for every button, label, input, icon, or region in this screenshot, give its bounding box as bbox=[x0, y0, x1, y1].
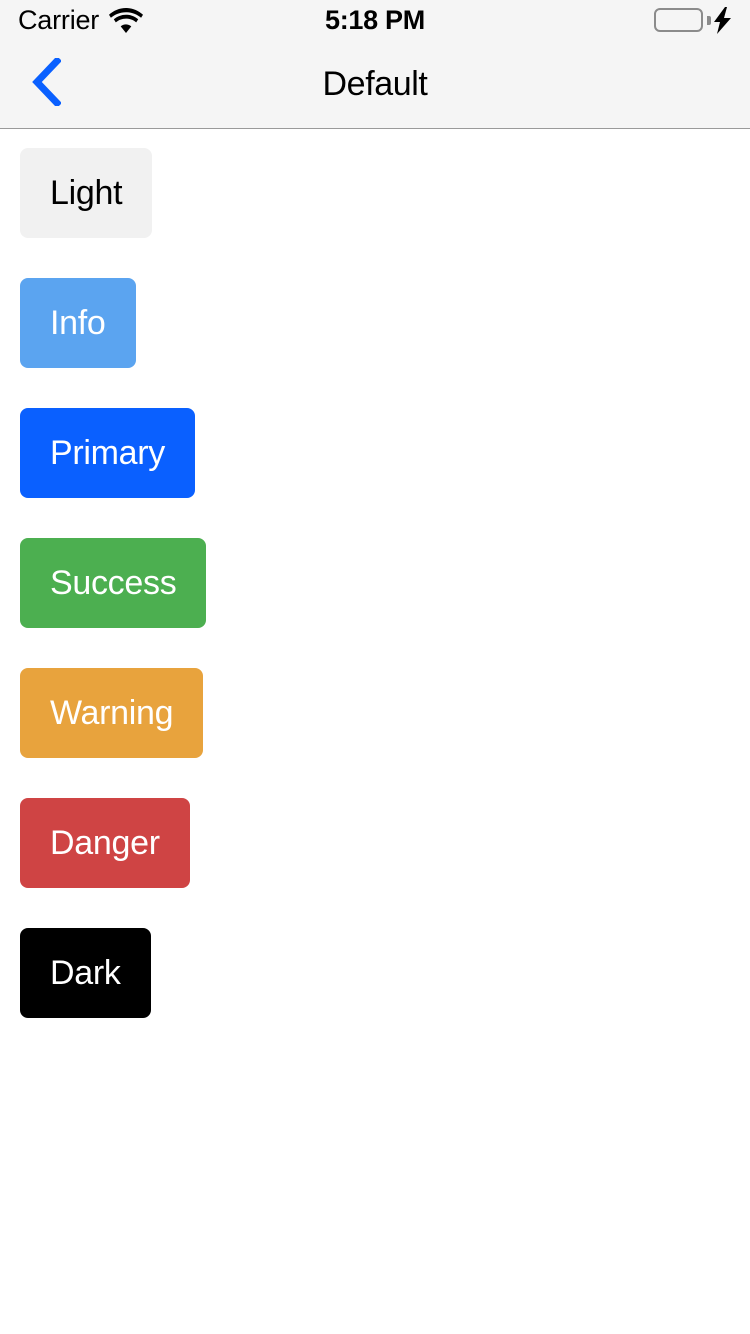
wifi-icon bbox=[109, 7, 144, 33]
button-warning[interactable]: Warning bbox=[20, 668, 204, 758]
button-danger[interactable]: Danger bbox=[20, 798, 190, 888]
battery-icon bbox=[654, 8, 703, 32]
battery-cap bbox=[707, 15, 711, 25]
clock-label: 5:18 PM bbox=[325, 4, 425, 35]
button-row: Dark bbox=[0, 928, 750, 1058]
button-row: Light bbox=[0, 148, 750, 278]
button-row: Primary bbox=[0, 408, 750, 538]
button-row: Warning bbox=[0, 668, 750, 798]
status-bar: Carrier 5:18 PM bbox=[0, 0, 750, 40]
lightning-bolt-icon bbox=[714, 6, 732, 34]
status-bar-right bbox=[654, 6, 732, 34]
page-title: Default bbox=[322, 64, 428, 103]
carrier-label: Carrier bbox=[18, 4, 100, 35]
button-dark[interactable]: Dark bbox=[20, 928, 151, 1018]
button-success[interactable]: Success bbox=[20, 538, 207, 628]
navigation-bar: Default bbox=[0, 40, 750, 129]
status-bar-left: Carrier bbox=[18, 4, 144, 35]
button-info[interactable]: Info bbox=[20, 278, 136, 368]
button-primary[interactable]: Primary bbox=[20, 408, 196, 498]
button-row: Success bbox=[0, 538, 750, 668]
content-area: Light Info Primary Success Warning Dange… bbox=[0, 130, 750, 1334]
button-light[interactable]: Light bbox=[20, 148, 153, 238]
chevron-left-icon bbox=[31, 55, 62, 111]
button-row: Info bbox=[0, 278, 750, 408]
phone-screen: Carrier 5:18 PM Default Light Info Prima… bbox=[0, 0, 750, 1334]
button-row: Danger bbox=[0, 798, 750, 928]
back-button[interactable] bbox=[16, 54, 76, 114]
